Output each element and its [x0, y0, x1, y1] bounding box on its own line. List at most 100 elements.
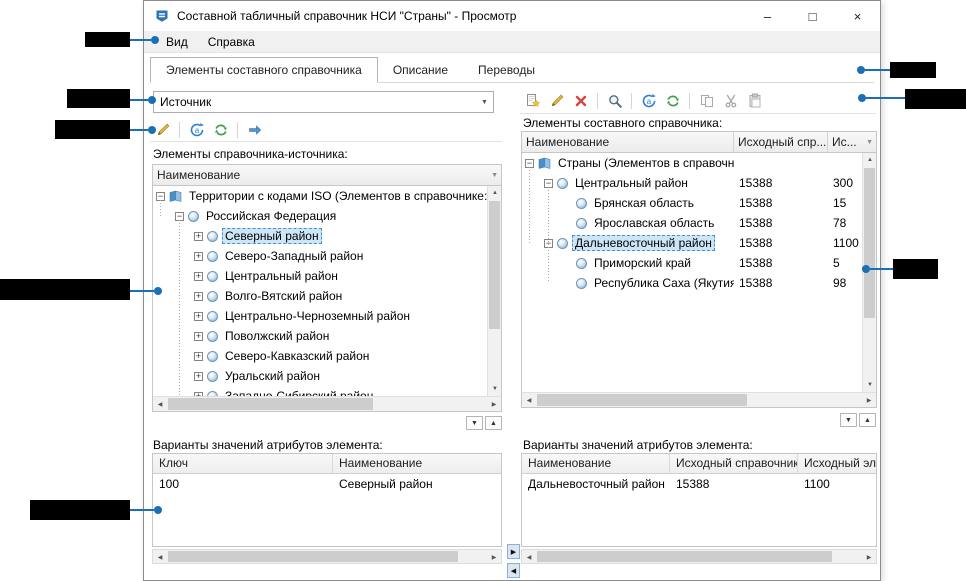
- source-tree-header[interactable]: Наименование ▼: [153, 165, 501, 186]
- tree-node-label[interactable]: Западно-Сибирский район: [222, 388, 376, 396]
- tree-row[interactable]: Ярославская область 1538878: [522, 213, 862, 233]
- tree-row[interactable]: +Северо-Кавказский район: [153, 346, 487, 366]
- tree-row[interactable]: + Центрально-Черноземный район: [153, 306, 487, 326]
- expand-icon[interactable]: +: [194, 252, 203, 261]
- tree-row[interactable]: Республика Саха (Якутия) 1538898: [522, 273, 862, 293]
- tree-row[interactable]: −Территории с кодами ISO (Элементов в сп…: [153, 186, 487, 206]
- scroll-left-icon[interactable]: ◀: [153, 397, 167, 411]
- tree-row[interactable]: Брянская область 1538815: [522, 193, 862, 213]
- tree-row[interactable]: + Уральский район: [153, 366, 487, 386]
- composite-tree-header[interactable]: Наименование Исходный спр... Ис... ▼: [522, 132, 876, 153]
- prev-record-button[interactable]: ▲: [859, 413, 876, 427]
- filter-icon[interactable]: ▼: [866, 139, 873, 146]
- vertical-scrollbar[interactable]: ▲ ▼: [487, 186, 501, 396]
- column-header-source[interactable]: Исходный спр...: [734, 132, 828, 152]
- scroll-down-icon[interactable]: ▼: [488, 382, 502, 396]
- tree-node-label[interactable]: Волго-Вятский район: [222, 288, 345, 304]
- scroll-thumb[interactable]: [168, 551, 458, 562]
- minimize-button[interactable]: –: [745, 1, 790, 31]
- expand-icon[interactable]: +: [194, 272, 203, 281]
- scroll-thumb[interactable]: [537, 394, 747, 406]
- horizontal-scrollbar[interactable]: ◀ ▶: [153, 396, 501, 411]
- column-header-name[interactable]: Наименование: [333, 454, 501, 473]
- attrs-table-header[interactable]: Наименование Исходный справочник Исходны…: [522, 454, 876, 474]
- tree-row-selected[interactable]: −Дальневосточный район 153881100: [522, 233, 862, 253]
- scroll-thumb[interactable]: [537, 551, 832, 562]
- column-header-key[interactable]: Ключ: [153, 454, 333, 473]
- close-button[interactable]: ×: [835, 1, 880, 31]
- expand-icon[interactable]: +: [194, 372, 203, 381]
- column-header-element[interactable]: Исходный эле...: [798, 454, 876, 473]
- next-record-button[interactable]: ▼: [466, 416, 483, 430]
- tree-row[interactable]: −Российская Федерация: [153, 206, 487, 226]
- refresh-button[interactable]: [210, 120, 231, 140]
- delete-button[interactable]: [570, 91, 591, 111]
- scroll-right-icon[interactable]: ▶: [862, 550, 876, 564]
- tree-node-label[interactable]: Брянская область: [591, 195, 697, 211]
- horizontal-scrollbar[interactable]: ◀ ▶: [152, 549, 502, 564]
- refresh-translations-button[interactable]: a: [186, 120, 207, 140]
- tree-node-label[interactable]: Российская Федерация: [203, 208, 339, 224]
- source-combobox[interactable]: Источник ▼: [153, 91, 494, 113]
- scroll-thumb[interactable]: [489, 201, 500, 329]
- menu-view[interactable]: Вид: [156, 31, 198, 52]
- expand-icon[interactable]: +: [194, 392, 203, 397]
- scroll-thumb[interactable]: [864, 168, 875, 318]
- maximize-button[interactable]: □: [790, 1, 835, 31]
- chevron-down-icon[interactable]: ▼: [476, 99, 493, 106]
- scroll-right-icon[interactable]: ▶: [487, 550, 501, 564]
- horizontal-scrollbar[interactable]: ◀ ▶: [521, 549, 877, 564]
- tree-node-label[interactable]: Центрально-Черноземный район: [222, 308, 413, 324]
- refresh-translations-button[interactable]: a: [638, 91, 659, 111]
- expand-icon[interactable]: +: [194, 332, 203, 341]
- scroll-right-icon[interactable]: ▶: [487, 397, 501, 411]
- tree-node-label[interactable]: Центральный район: [222, 268, 341, 284]
- expand-icon[interactable]: +: [194, 232, 203, 241]
- forward-button[interactable]: [244, 120, 265, 140]
- splitter-collapse-right-button[interactable]: ▶: [507, 544, 520, 559]
- menu-help[interactable]: Справка: [198, 31, 265, 52]
- add-button[interactable]: [522, 91, 543, 111]
- next-record-button[interactable]: ▼: [840, 413, 857, 427]
- filter-icon[interactable]: ▼: [491, 172, 498, 179]
- copy-button[interactable]: [696, 91, 717, 111]
- table-row[interactable]: Дальневосточный район 15388 1100: [522, 474, 876, 493]
- scroll-left-icon[interactable]: ◀: [522, 393, 536, 407]
- cut-button[interactable]: [720, 91, 741, 111]
- title-bar[interactable]: Составной табличный справочник НСИ "Стра…: [144, 1, 880, 31]
- tree-row[interactable]: +Северо-Западный район: [153, 246, 487, 266]
- tree-node-label[interactable]: Поволжский район: [222, 328, 332, 344]
- refresh-button[interactable]: [662, 91, 683, 111]
- tree-row[interactable]: Приморский край 153885: [522, 253, 862, 273]
- tree-node-label[interactable]: Республика Саха (Якутия): [591, 275, 734, 291]
- edit-button[interactable]: [546, 91, 567, 111]
- table-row[interactable]: 100 Северный район: [153, 474, 501, 493]
- tree-node-label[interactable]: Ярославская область: [591, 215, 717, 231]
- tree-row[interactable]: −Страны (Элементов в справочни: [522, 153, 862, 173]
- tree-node-label[interactable]: Приморский край: [591, 255, 694, 271]
- expand-icon[interactable]: +: [194, 292, 203, 301]
- column-header-name[interactable]: Наименование: [522, 132, 734, 152]
- tree-node-label[interactable]: Страны (Элементов в справочни: [555, 155, 734, 171]
- scroll-left-icon[interactable]: ◀: [153, 550, 167, 564]
- column-header-source[interactable]: Исходный справочник: [670, 454, 798, 473]
- tab-description[interactable]: Описание: [378, 58, 463, 82]
- expand-icon[interactable]: +: [194, 312, 203, 321]
- scroll-left-icon[interactable]: ◀: [522, 550, 536, 564]
- column-header-name[interactable]: Наименование: [522, 454, 670, 473]
- tree-row-selected[interactable]: + Северный район: [153, 226, 487, 246]
- search-button[interactable]: [604, 91, 625, 111]
- tree-row[interactable]: + Волго-Вятский район: [153, 286, 487, 306]
- attrs-table-header[interactable]: Ключ Наименование: [153, 454, 501, 474]
- scroll-right-icon[interactable]: ▶: [862, 393, 876, 407]
- tree-node-label[interactable]: Территории с кодами ISO (Элементов в спр…: [186, 188, 487, 204]
- tab-translations[interactable]: Переводы: [463, 58, 550, 82]
- tree-node-label[interactable]: Дальневосточный район: [572, 235, 715, 251]
- tab-composite-elements[interactable]: Элементы составного справочника: [150, 57, 378, 83]
- scroll-thumb[interactable]: [168, 398, 373, 410]
- scroll-down-icon[interactable]: ▼: [863, 378, 877, 392]
- tree-node-label[interactable]: Уральский район: [222, 368, 323, 384]
- tree-row[interactable]: −Центральный район 15388300: [522, 173, 862, 193]
- column-header-name[interactable]: Наименование: [157, 168, 240, 182]
- tree-node-label[interactable]: Северный район: [222, 228, 322, 244]
